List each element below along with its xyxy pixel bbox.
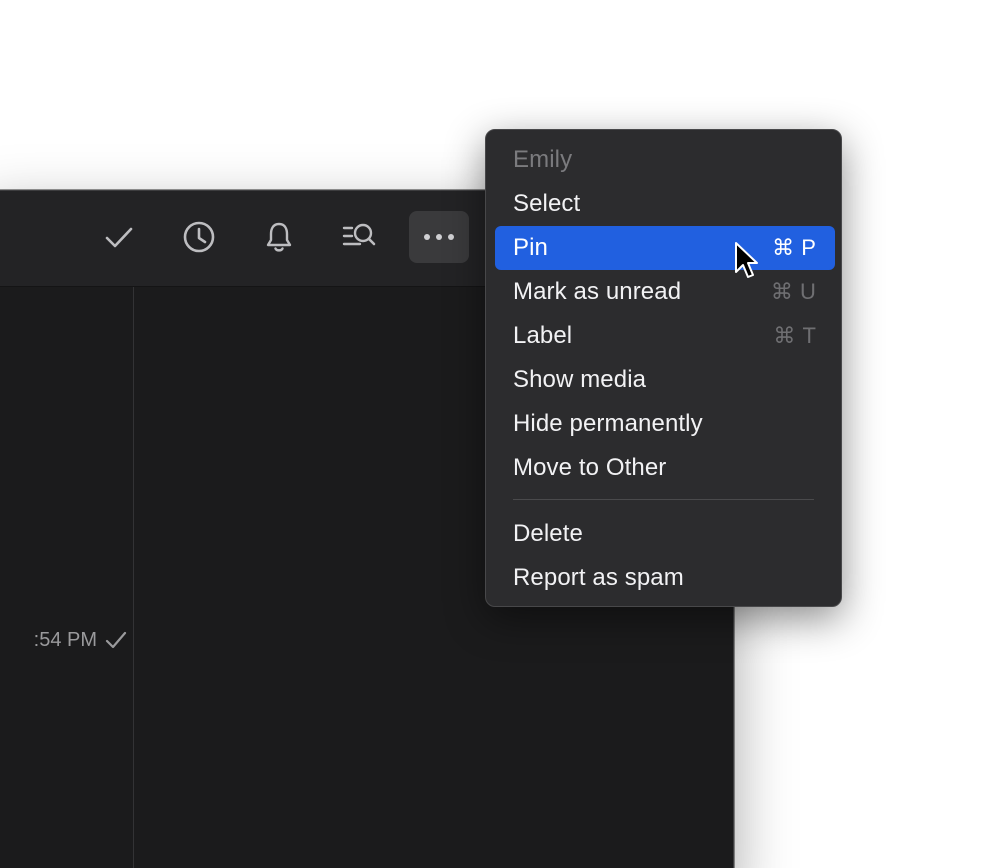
shortcut-hint: ⌘ U: [771, 279, 816, 305]
command-key-symbol: ⌘: [772, 235, 795, 260]
more-icon: [424, 234, 454, 240]
menu-item-pin[interactable]: Pin ⌘ P: [495, 226, 835, 270]
menu-header: Emily: [495, 138, 835, 182]
mark-done-button[interactable]: [89, 211, 149, 263]
menu-item-label: Mark as unread: [513, 278, 682, 305]
menu-item-label: Hide permanently: [513, 410, 703, 437]
shortcut-key: T: [802, 323, 816, 348]
menu-item-select[interactable]: Select: [495, 182, 835, 226]
shortcut-key: U: [800, 279, 816, 304]
conversation-row[interactable]: :54 PM: [0, 625, 127, 655]
notifications-button[interactable]: [249, 211, 309, 263]
more-options-button[interactable]: [409, 211, 469, 263]
menu-item-label: Delete: [513, 520, 583, 547]
clock-icon: [183, 221, 215, 253]
conversation-time: :54 PM: [33, 628, 97, 651]
search-list-icon: [342, 223, 376, 246]
search-conversation-button[interactable]: [329, 211, 389, 263]
menu-item-label: Pin: [513, 234, 548, 261]
menu-item-label: Show media: [513, 366, 647, 393]
menu-item-label[interactable]: Label ⌘ T: [495, 314, 835, 358]
shortcut-hint: ⌘ P: [772, 235, 816, 261]
menu-item-hide-permanently[interactable]: Hide permanently: [495, 402, 835, 446]
checkmark-icon: [105, 227, 133, 248]
shortcut-hint: ⌘ T: [773, 323, 816, 349]
menu-item-report-as-spam[interactable]: Report as spam: [495, 556, 835, 600]
screen: :54 PM Emily Select Pin ⌘ P Mark as unre…: [0, 0, 1008, 868]
menu-item-label-text: Label: [513, 322, 573, 349]
context-menu: Emily Select Pin ⌘ P Mark as unread ⌘ U …: [485, 129, 842, 607]
menu-separator: [513, 499, 814, 500]
bell-icon: [266, 222, 292, 252]
conversation-list: :54 PM: [0, 287, 134, 868]
command-key-symbol: ⌘: [770, 279, 793, 304]
shortcut-key: P: [801, 235, 816, 260]
menu-item-move-to-other[interactable]: Move to Other: [495, 446, 835, 490]
checkmark-icon: [105, 631, 127, 649]
menu-header-label: Emily: [513, 146, 573, 173]
command-key-symbol: ⌘: [773, 323, 796, 348]
menu-item-show-media[interactable]: Show media: [495, 358, 835, 402]
menu-item-label: Report as spam: [513, 564, 684, 591]
menu-item-label: Select: [513, 190, 581, 217]
menu-item-delete[interactable]: Delete: [495, 512, 835, 556]
snooze-button[interactable]: [169, 211, 229, 263]
menu-item-label: Move to Other: [513, 454, 667, 481]
mouse-pointer-icon: [735, 242, 758, 278]
menu-item-mark-as-unread[interactable]: Mark as unread ⌘ U: [495, 270, 835, 314]
